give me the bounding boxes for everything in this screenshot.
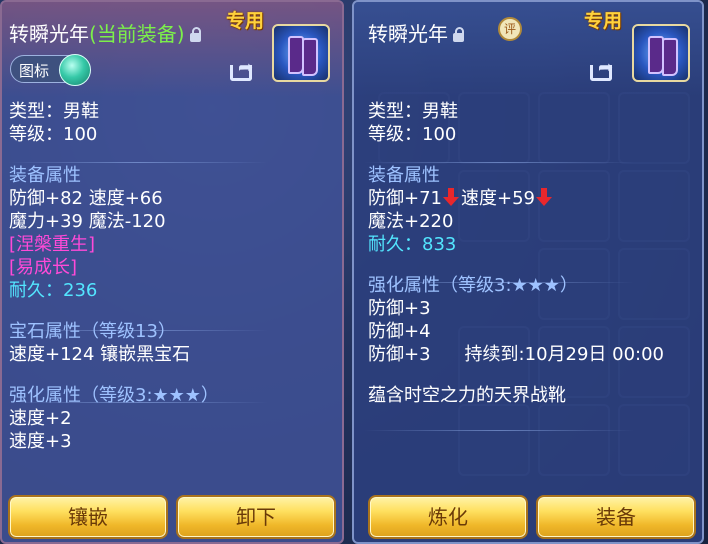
rate-badge[interactable]: 评 bbox=[498, 17, 522, 41]
level-line: 等级：100 bbox=[9, 124, 98, 145]
inlay-button[interactable]: 镶嵌 bbox=[8, 495, 168, 539]
attribute-list: 类型：男鞋 等级：100 装备属性 防御+82 速度+66 魔力+39 魔法-1… bbox=[9, 100, 219, 453]
enhance-line: 速度+2 bbox=[9, 408, 72, 429]
toggle-knob[interactable] bbox=[59, 54, 91, 86]
divider bbox=[364, 282, 634, 283]
equip-button[interactable]: 装备 bbox=[536, 495, 696, 539]
durability-line: 耐久：833 bbox=[368, 234, 457, 255]
down-arrow-icon bbox=[443, 188, 459, 206]
exclusive-label: 专用 bbox=[226, 10, 265, 32]
special-attr: [易成长] bbox=[9, 257, 78, 278]
item-description: 蕴含时空之力的天界战靴 bbox=[368, 385, 566, 406]
exclusive-label: 专用 bbox=[584, 10, 623, 32]
enhance-attr-title: 强化属性（等级3:★★★） bbox=[9, 385, 219, 406]
boots-item-icon[interactable] bbox=[272, 24, 330, 82]
item-title: 转瞬光年(当前装备) bbox=[9, 18, 201, 47]
divider bbox=[364, 430, 634, 431]
attr-line: 防御+71 速度+59 bbox=[368, 187, 664, 210]
lock-icon bbox=[453, 27, 464, 42]
boot-shape bbox=[302, 38, 318, 76]
divider bbox=[8, 330, 268, 331]
current-equipment-tooltip: 转瞬光年(当前装备) 专用 图标 ➦ 类型：男鞋 等级：100 装备属性 防御+… bbox=[0, 0, 344, 544]
current-equipped-tag: (当前装备) bbox=[89, 22, 185, 46]
share-icon[interactable]: ➦ bbox=[590, 59, 620, 81]
share-icon[interactable]: ➦ bbox=[230, 59, 260, 81]
attr-line: 魔力+39 魔法-120 bbox=[9, 211, 166, 232]
compare-item-tooltip: 转瞬光年 评 专用 ➦ 类型：男鞋 等级：100 装备属性 防御+71 速度+59… bbox=[352, 0, 704, 544]
item-name: 转瞬光年 bbox=[9, 22, 89, 46]
icon-toggle-label: 图标 bbox=[19, 62, 50, 80]
divider bbox=[8, 402, 268, 403]
special-attr: [涅槃重生] bbox=[9, 234, 96, 255]
boot-shape bbox=[662, 38, 678, 76]
enhance-value: 防御+3 bbox=[368, 344, 431, 365]
enhance-line: 防御+4 bbox=[368, 321, 431, 342]
defense-value: 防御+71 bbox=[368, 188, 442, 209]
unequip-button[interactable]: 卸下 bbox=[176, 495, 336, 539]
level-line: 等级：100 bbox=[368, 124, 457, 145]
equip-attr-title: 装备属性 bbox=[368, 165, 440, 186]
enhance-attr-title: 强化属性（等级3:★★★） bbox=[368, 275, 578, 296]
speed-value: 速度+59 bbox=[461, 188, 535, 209]
enhance-line: 速度+3 bbox=[9, 431, 72, 452]
boots-item-icon[interactable] bbox=[632, 24, 690, 82]
type-line: 类型：男鞋 bbox=[9, 101, 99, 122]
duration-text: 持续到:10月29日 00:00 bbox=[464, 344, 665, 365]
icon-toggle[interactable]: 图标 bbox=[10, 54, 91, 86]
gem-attr-title: 宝石属性（等级13） bbox=[9, 321, 176, 342]
durability-line: 耐久：236 bbox=[9, 280, 98, 301]
attribute-list: 类型：男鞋 等级：100 装备属性 防御+71 速度+59 魔法+220 耐久：8… bbox=[368, 100, 664, 407]
enhance-line: 防御+3 持续到:10月29日 00:00 bbox=[368, 343, 664, 366]
lock-icon bbox=[189, 27, 201, 42]
down-arrow-icon bbox=[536, 188, 552, 206]
attr-line: 魔法+220 bbox=[368, 211, 454, 232]
gem-line: 速度+124 镶嵌黑宝石 bbox=[9, 344, 191, 365]
equip-attr-title: 装备属性 bbox=[9, 165, 81, 186]
divider bbox=[8, 162, 268, 163]
enhance-line: 防御+3 bbox=[368, 298, 431, 319]
attr-line: 防御+82 速度+66 bbox=[9, 188, 163, 209]
item-title: 转瞬光年 bbox=[368, 18, 464, 47]
type-line: 类型：男鞋 bbox=[368, 101, 458, 122]
refine-button[interactable]: 炼化 bbox=[368, 495, 528, 539]
item-name: 转瞬光年 bbox=[368, 22, 448, 46]
divider bbox=[364, 162, 634, 163]
